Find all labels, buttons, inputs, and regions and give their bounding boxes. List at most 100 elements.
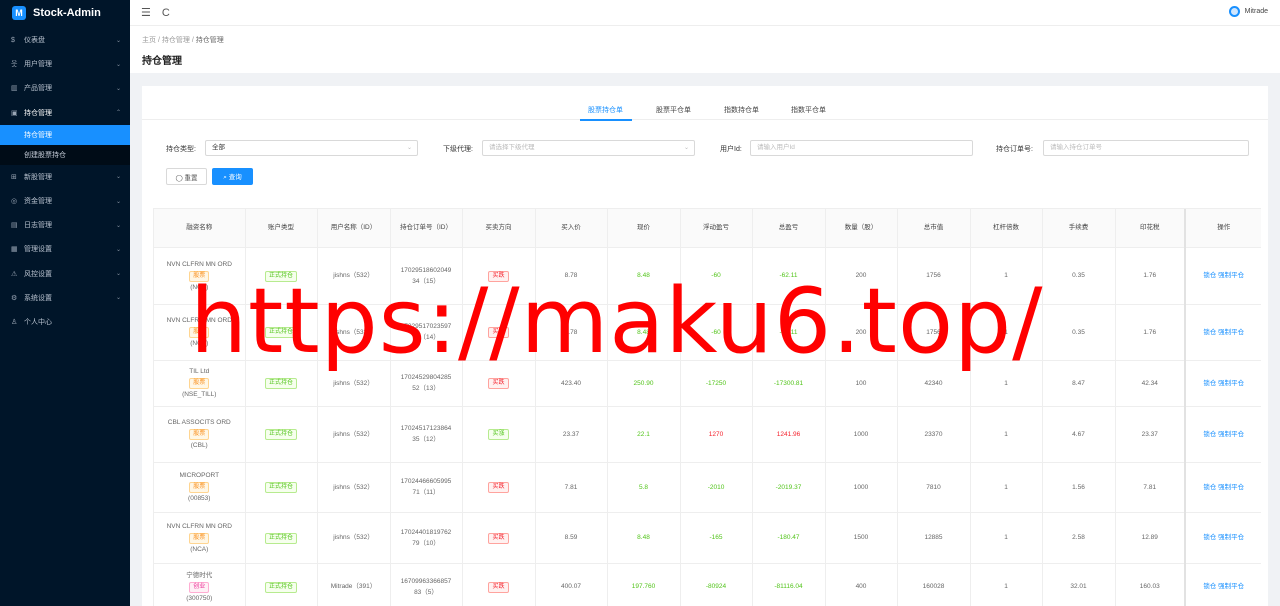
cell-quantity: 1500: [825, 512, 898, 564]
cell-stamp-duty: 23.37: [1115, 406, 1186, 463]
avatar: [1228, 6, 1240, 17]
sidebar-item-logs[interactable]: ▤ 日志管理 ⌄: [0, 213, 130, 237]
table-row: 宁德时代 创业 (300750) 正式持仓 Mitrade（391） 1670996336…: [154, 563, 1261, 606]
cell-order-no: 17024401819762 79（10）: [390, 512, 463, 564]
force-close-link[interactable]: 强制平仓: [1218, 534, 1244, 541]
force-close-link[interactable]: 强制平仓: [1218, 431, 1244, 438]
cell-current-price: 8.48: [607, 512, 681, 564]
force-close-link[interactable]: 强制平仓: [1218, 380, 1244, 387]
sidebar-item-profile[interactable]: ♙ 个人中心: [0, 310, 130, 334]
cell-leverage: 1: [970, 563, 1043, 606]
lock-position-link[interactable]: 锁仓: [1203, 329, 1216, 336]
cell-account-type: 正式持仓: [245, 406, 318, 463]
force-close-link[interactable]: 强制平仓: [1218, 583, 1244, 590]
cell-buy-price: 8.78: [535, 247, 608, 305]
sidebar-item-label: 资金管理: [24, 198, 52, 206]
cell-user: jishns（532）: [317, 360, 391, 407]
username: Mitrade: [1244, 8, 1268, 15]
sidebar-item-system-settings[interactable]: ⚙ 系统设置 ⌄: [0, 286, 130, 310]
position-type-select[interactable]: 全部 ⌄: [205, 140, 418, 156]
order-no-line2: 72（14）: [412, 334, 440, 341]
sidebar-subitem-positions[interactable]: 持仓管理: [0, 124, 130, 145]
force-close-link[interactable]: 强制平仓: [1218, 272, 1244, 279]
page-title: 持仓管理: [142, 56, 182, 67]
table-row: TIL Ltd 股票 (NSE_TILL) 正式持仓 jishns（532） 170245…: [154, 360, 1261, 407]
cell-quantity: 200: [825, 247, 898, 305]
lock-position-link[interactable]: 锁仓: [1203, 583, 1216, 590]
user-id-input[interactable]: 请输入用户Id: [750, 140, 973, 156]
cell-quantity: 100: [825, 360, 898, 407]
cell-leverage: 1: [970, 247, 1043, 305]
cell-leverage: 1: [970, 304, 1043, 361]
sidebar-item-ipo[interactable]: ⊞ 新股管理 ⌄: [0, 165, 130, 189]
market-tag: 股票: [189, 270, 210, 282]
breadcrumb-positions[interactable]: 持仓管理: [162, 37, 190, 44]
page-header: 主页 / 持仓管理 / 持仓管理 持仓管理: [130, 26, 1280, 73]
cell-fee: 1.56: [1042, 462, 1116, 513]
lock-position-link[interactable]: 锁仓: [1203, 272, 1216, 279]
cell-floating-pl: -80924: [680, 563, 753, 606]
sub-agent-label: 下级代理:: [443, 146, 473, 153]
table-header-row: 融资名称 账户类型 用户名称（ID） 持仓订单号（ID） 买卖方向 买入价 现价…: [154, 209, 1261, 248]
cell-user: jishns（532）: [317, 247, 391, 305]
app-logo[interactable]: M Stock-Admin: [0, 0, 130, 26]
stock-name: TIL Ltd: [189, 368, 210, 375]
market-tag: 股票: [189, 378, 210, 389]
user-menu[interactable]: Mitrade: [1228, 6, 1268, 17]
chevron-down-icon: ⌄: [406, 145, 412, 151]
sidebar-item-risk-settings[interactable]: ⚠ 风控设置 ⌄: [0, 262, 130, 286]
cell-fee: 32.01: [1042, 563, 1116, 606]
col-header-user: 用户名称（ID）: [317, 209, 391, 248]
search-button[interactable]: ⌕ 查询: [212, 168, 253, 185]
col-header-actions: 操作: [1184, 209, 1261, 248]
order-no-input[interactable]: 请输入持仓订单号: [1043, 140, 1249, 156]
menu-fold-icon[interactable]: ☰: [141, 6, 151, 19]
lock-position-link[interactable]: 锁仓: [1203, 534, 1216, 541]
col-header-market-value: 总市值: [897, 209, 971, 248]
sub-agent-select[interactable]: 请选择下级代理 ⌄: [482, 140, 695, 156]
lock-position-link[interactable]: 锁仓: [1203, 431, 1216, 438]
direction-tag: 买跌: [488, 378, 509, 389]
lock-position-link[interactable]: 锁仓: [1203, 484, 1216, 491]
cell-quantity: 400: [825, 563, 898, 606]
sidebar-subitem-create-position[interactable]: 创建股票持仓: [0, 144, 130, 165]
cell-order-no: 17024517123864 35（12）: [390, 406, 463, 463]
sidebar-item-products[interactable]: ▥ 产品管理 ⌄: [0, 76, 130, 100]
tab-index-positions[interactable]: 指数持仓单: [724, 105, 759, 115]
market-tag: 股票: [189, 429, 210, 440]
refresh-icon[interactable]: C: [162, 7, 170, 19]
stock-code: (NCA): [190, 545, 209, 553]
table-row: MICROPORT 股票 (00853) 正式持仓 jishns（532） 1702446…: [154, 462, 1261, 513]
reset-button[interactable]: ◯ 重置: [166, 168, 207, 185]
cell-fee: 4.67: [1042, 406, 1116, 463]
sidebar-item-users[interactable]: 웃 用户管理 ⌄: [0, 52, 130, 76]
sidebar-item-dashboard[interactable]: $ 仪表盘 ⌄: [0, 28, 130, 52]
cell-user: Mitrade（391）: [317, 563, 391, 606]
position-type-value: 全部: [212, 144, 225, 151]
cell-user: jishns（532）: [317, 462, 391, 513]
chevron-down-icon: ⌄: [115, 295, 121, 302]
order-no-line2: 35（12）: [412, 436, 440, 443]
main-area: ☰ C Mitrade 主页 / 持仓管理 / 持仓管理 持仓管理 股票持仓单 …: [130, 0, 1280, 606]
col-header-buy-price: 买入价: [535, 209, 608, 248]
tab-index-closed[interactable]: 指数平仓单: [791, 105, 826, 115]
stock-code: (NSE_TILL): [182, 391, 217, 398]
breadcrumb-separator: /: [157, 37, 160, 44]
tab-stock-closed[interactable]: 股票平仓单: [656, 105, 691, 115]
market-tag: 股票: [189, 482, 210, 493]
market-tag: 股票: [189, 532, 210, 544]
cell-stamp-duty: 42.34: [1115, 360, 1186, 407]
force-close-link[interactable]: 强制平仓: [1218, 484, 1244, 491]
sidebar-item-funds[interactable]: ◎ 资金管理 ⌄: [0, 189, 130, 213]
breadcrumb-home[interactable]: 主页: [142, 37, 156, 44]
sidebar-item-positions[interactable]: ▣ 持仓管理 ⌃: [0, 101, 130, 125]
cell-floating-pl: 1270: [680, 406, 753, 463]
col-header-stamp-duty: 印花税: [1115, 209, 1186, 248]
stock-code: (00853): [188, 495, 211, 502]
sidebar-item-admin-settings[interactable]: ▦ 管理设置 ⌄: [0, 237, 130, 261]
order-no-label: 持仓订单号:: [996, 146, 1033, 153]
stock-name: NVN CLFRN MN ORD: [166, 260, 232, 268]
lock-position-link[interactable]: 锁仓: [1203, 380, 1216, 387]
tab-stock-positions[interactable]: 股票持仓单: [588, 105, 623, 115]
force-close-link[interactable]: 强制平仓: [1218, 329, 1244, 336]
